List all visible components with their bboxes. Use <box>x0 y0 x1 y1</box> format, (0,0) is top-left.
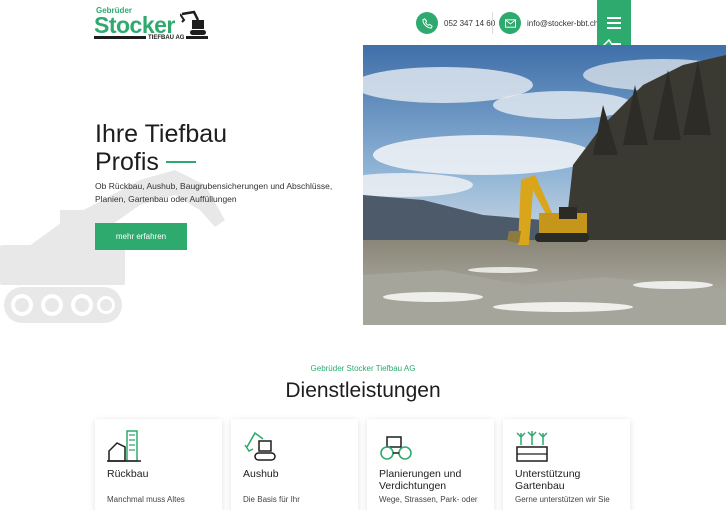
phone-icon <box>416 12 438 34</box>
site-header: Gebrüder Stocker TIEFBAU AG 052 347 14 6… <box>0 0 726 57</box>
title-accent-line <box>165 161 196 163</box>
service-card-aushub[interactable]: Aushub Die Basis für Ihr <box>231 419 358 510</box>
hero-text: Ob Rückbau, Aushub, Baugrubensicherungen… <box>95 181 333 204</box>
card-desc: Die Basis für Ihr <box>243 495 300 504</box>
card-title: Planierungen und Verdichtungen <box>379 468 462 492</box>
service-card-gartenbau[interactable]: Unterstützung Gartenbau Gerne unterstütz… <box>503 419 630 510</box>
service-card-rueckbau[interactable]: Rückbau Manchmal muss Altes <box>95 419 222 510</box>
service-card-planierungen[interactable]: Planierungen und Verdichtungen Wege, Str… <box>367 419 494 510</box>
email-label[interactable]: info@stocker-bbt.ch <box>527 19 598 28</box>
excavator-icon <box>244 431 276 461</box>
hamburger-icon <box>607 17 621 19</box>
demolition-icon <box>107 430 141 462</box>
hero-image <box>363 45 726 325</box>
mail-icon <box>499 12 521 34</box>
card-desc: Wege, Strassen, Park- oder <box>379 495 478 504</box>
header-divider <box>492 12 493 34</box>
hero-title-line2: Profis <box>95 148 159 176</box>
logo[interactable]: Gebrüder Stocker TIEFBAU AG <box>94 6 212 41</box>
hero-title: Ihre Tiefbau Profis <box>95 120 227 176</box>
hero-title-line1: Ihre Tiefbau <box>95 120 228 148</box>
card-title: Unterstützung Gartenbau <box>515 468 581 492</box>
card-desc: Manchmal muss Altes <box>107 495 185 504</box>
phone-contact[interactable]: 052 347 14 60 <box>416 12 495 34</box>
services-title: Dienstleistungen <box>285 379 441 402</box>
card-title: Rückbau <box>107 468 149 480</box>
roller-icon <box>380 436 412 460</box>
phone-label[interactable]: 052 347 14 60 <box>444 19 495 28</box>
garden-icon <box>516 431 548 462</box>
logo-excavator-icon <box>180 10 206 35</box>
more-info-button[interactable]: mehr erfahren <box>95 223 187 250</box>
card-title: Aushub <box>243 468 279 480</box>
email-contact[interactable]: info@stocker-bbt.ch <box>499 12 598 34</box>
services-eyebrow: Gebrüder Stocker Tiefbau AG <box>310 364 416 373</box>
card-desc: Gerne unterstützen wir Sie <box>515 495 610 504</box>
